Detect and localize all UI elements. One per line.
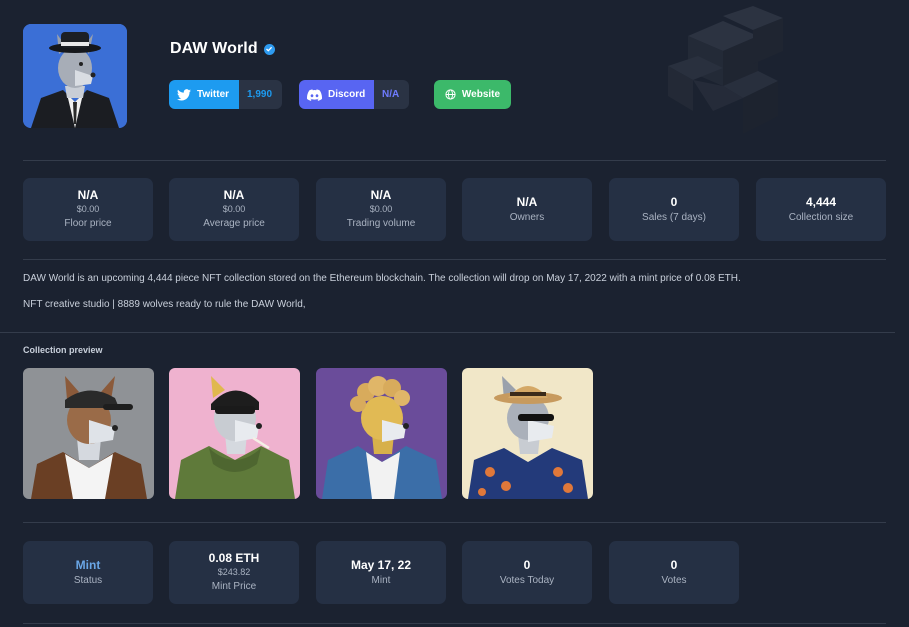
collection-avatar — [23, 24, 127, 128]
twitter-bird-icon — [177, 88, 191, 101]
stat-value: Mint — [75, 557, 101, 572]
collection-name: DAW World — [170, 40, 258, 57]
stat-label: Sales (7 days) — [642, 211, 706, 223]
stat-votes-today: 0 Votes Today — [462, 541, 592, 604]
stat-average-price: N/A $0.00 Average price — [169, 178, 299, 241]
stat-usd: $243.82 — [217, 567, 251, 577]
stat-value: N/A — [223, 188, 245, 202]
twitter-button[interactable]: Twitter 1,990 — [169, 80, 282, 109]
collection-header: DAW World Twitter 1,990 Discord N/A Webs… — [0, 0, 909, 160]
stat-label: Owners — [509, 211, 545, 223]
preview-image-wolf-hat-shades[interactable] — [462, 368, 593, 499]
website-button[interactable]: Website — [434, 80, 511, 109]
discord-member-count: N/A — [374, 80, 409, 109]
stat-label: Votes Today — [499, 574, 555, 586]
stat-label: Mint — [371, 574, 391, 586]
stat-value: 0.08 ETH — [208, 551, 260, 565]
stat-value: 0 — [670, 194, 678, 209]
stat-usd: $0.00 — [369, 204, 393, 214]
globe-icon — [445, 89, 456, 100]
description-line: NFT creative studio | 8889 wolves ready … — [23, 299, 306, 310]
website-label: Website — [461, 89, 501, 100]
stat-label: Floor price — [64, 218, 112, 229]
verified-badge-icon — [263, 43, 275, 55]
preview-image-wolf-cap-tanktop[interactable] — [23, 368, 154, 499]
stat-value: N/A — [370, 188, 392, 202]
stat-value: May 17, 22 — [350, 557, 412, 572]
collection-preview-title: Collection preview — [23, 345, 103, 355]
stat-floor-price: N/A $0.00 Floor price — [23, 178, 153, 241]
stat-value: N/A — [516, 194, 538, 209]
decorative-cubes-icon — [668, 6, 783, 134]
stat-mint-date: May 17, 22 Mint — [316, 541, 446, 604]
stat-label: Collection size — [788, 211, 854, 223]
stat-votes: 0 Votes — [609, 541, 739, 604]
stat-label: Votes — [661, 574, 687, 586]
stat-label: Average price — [203, 218, 265, 229]
description-line: DAW World is an upcoming 4,444 piece NFT… — [23, 273, 741, 284]
stat-usd: $0.00 — [222, 204, 246, 214]
divider — [23, 259, 886, 260]
stat-label: Trading volume — [346, 218, 416, 229]
stat-value: N/A — [77, 188, 99, 202]
stat-label: Status — [73, 574, 103, 586]
stat-value: 0 — [670, 557, 678, 572]
divider — [23, 522, 886, 523]
stat-collection-size: 4,444 Collection size — [756, 178, 886, 241]
preview-image-wolf-beanie-hoodie[interactable] — [169, 368, 300, 499]
stat-mint-price: 0.08 ETH $243.82 Mint Price — [169, 541, 299, 604]
stat-status: Mint Status — [23, 541, 153, 604]
stat-owners: N/A Owners — [462, 178, 592, 241]
discord-label: Discord — [328, 89, 366, 100]
divider — [23, 160, 886, 161]
stat-trading-volume: N/A $0.00 Trading volume — [316, 178, 446, 241]
discord-button[interactable]: Discord N/A — [299, 80, 409, 109]
divider — [0, 332, 895, 333]
preview-image-wolf-curly-denim[interactable] — [316, 368, 447, 499]
divider — [23, 623, 886, 624]
stat-sales-7-days: 0 Sales (7 days) — [609, 178, 739, 241]
stat-value: 4,444 — [805, 194, 837, 209]
twitter-follower-count: 1,990 — [239, 80, 282, 109]
stat-usd: $0.00 — [76, 204, 100, 214]
stat-label: Mint Price — [211, 581, 257, 592]
stat-value: 0 — [523, 557, 531, 572]
discord-logo-icon — [307, 88, 322, 101]
collection-title-row: DAW World — [170, 40, 275, 58]
twitter-label: Twitter — [197, 89, 230, 100]
